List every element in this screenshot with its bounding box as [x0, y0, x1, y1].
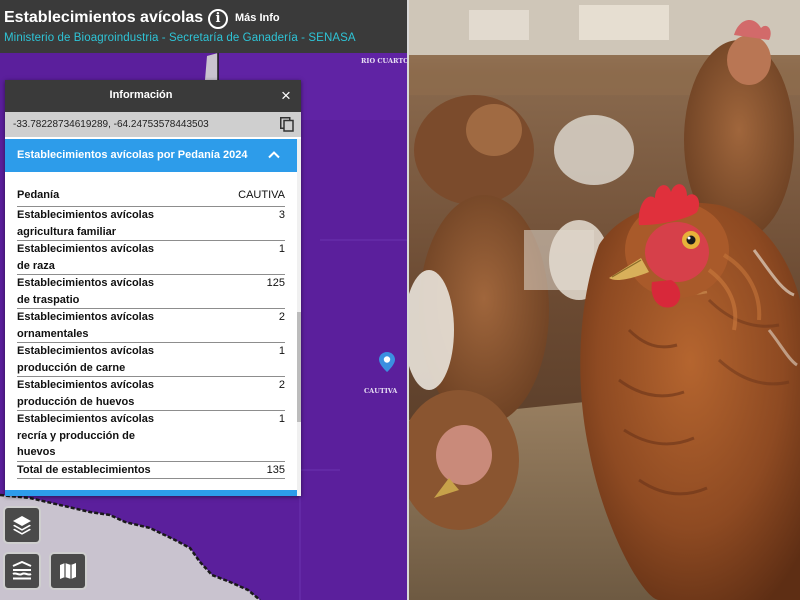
table-row: Establecimientos avícolas agricultura fa…	[17, 207, 285, 241]
table-row: Establecimientos avícolas recría y produ…	[17, 411, 285, 462]
row-label: Establecimientos avícolas de raza	[17, 243, 154, 272]
app-header: Establecimientos avícolas i Más Info Min…	[0, 0, 407, 53]
table-row: Establecimientos avícolas ornamentales 2	[17, 309, 285, 343]
app-subtitle: Ministerio de Bioagroindustria - Secreta…	[4, 32, 356, 44]
row-value: 3	[278, 209, 285, 221]
panel-header: Información ×	[5, 80, 301, 112]
row-value: 1	[278, 243, 285, 255]
row-value: 1	[278, 345, 285, 357]
map-place-label: RIO CUARTO	[361, 57, 407, 65]
row-value: 2	[278, 311, 285, 323]
map-view[interactable]: Establecimientos avícolas i Más Info Min…	[0, 0, 407, 600]
chevron-up-icon[interactable]	[267, 148, 281, 162]
panel-scrollbar-thumb[interactable]	[297, 312, 301, 422]
row-label: Establecimientos avícolas agricultura fa…	[17, 209, 154, 238]
table-header-name: Pedanía	[17, 189, 60, 201]
data-table: Pedanía CAUTIVA Establecimientos avícola…	[17, 187, 285, 479]
coordinates-text: -33.78228734619289, -64.24753578443503	[13, 119, 209, 130]
app-title: Establecimientos avícolas	[4, 9, 204, 26]
row-label: Establecimientos avícolas producción de …	[17, 345, 154, 374]
info-circle-icon[interactable]: i	[208, 9, 228, 29]
layers-icon	[13, 516, 31, 535]
row-label: Establecimientos avícolas de traspatio	[17, 277, 154, 306]
close-icon[interactable]: ×	[277, 86, 295, 106]
legend-button[interactable]	[3, 552, 41, 590]
section-accordion-header[interactable]: Establecimientos avícolas por Pedanía 20…	[5, 139, 297, 172]
location-pin-icon[interactable]	[379, 352, 395, 372]
copy-icon[interactable]	[280, 117, 294, 132]
table-header-value: CAUTIVA	[238, 189, 285, 201]
info-panel: Información × -33.78228734619289, -64.24…	[5, 80, 301, 496]
section-title: Establecimientos avícolas por Pedanía 20…	[17, 149, 248, 161]
total-value: 135	[266, 463, 285, 476]
next-section-header[interactable]	[5, 490, 297, 496]
map-place-label-cautiva: CAUTIVA	[364, 387, 398, 395]
table-total-row: Total de establecimientos 135	[17, 462, 285, 479]
hens-photo-illustration	[409, 0, 800, 600]
table-row: Establecimientos avícolas producción de …	[17, 377, 285, 411]
more-info-link[interactable]: Más Info	[235, 12, 280, 24]
table-row: Establecimientos avícolas producción de …	[17, 343, 285, 377]
legend-icon	[12, 561, 32, 580]
total-label: Total de establecimientos	[17, 463, 151, 476]
basemap-button[interactable]	[49, 552, 87, 590]
row-label: Establecimientos avícolas ornamentales	[17, 311, 154, 340]
hens-photo	[409, 0, 800, 600]
coordinates-bar: -33.78228734619289, -64.24753578443503	[5, 112, 301, 137]
row-value: 2	[278, 379, 285, 391]
table-header-row: Pedanía CAUTIVA	[17, 187, 285, 207]
row-value: 125	[266, 277, 285, 289]
table-row: Establecimientos avícolas de raza 1	[17, 241, 285, 275]
layers-button[interactable]	[3, 506, 41, 544]
map-icon	[60, 563, 76, 579]
panel-title: Información	[109, 89, 173, 101]
table-row: Establecimientos avícolas de traspatio 1…	[17, 275, 285, 309]
row-label: Establecimientos avícolas producción de …	[17, 379, 154, 408]
row-value: 1	[278, 413, 285, 425]
row-label: Establecimientos avícolas recría y produ…	[17, 413, 154, 458]
